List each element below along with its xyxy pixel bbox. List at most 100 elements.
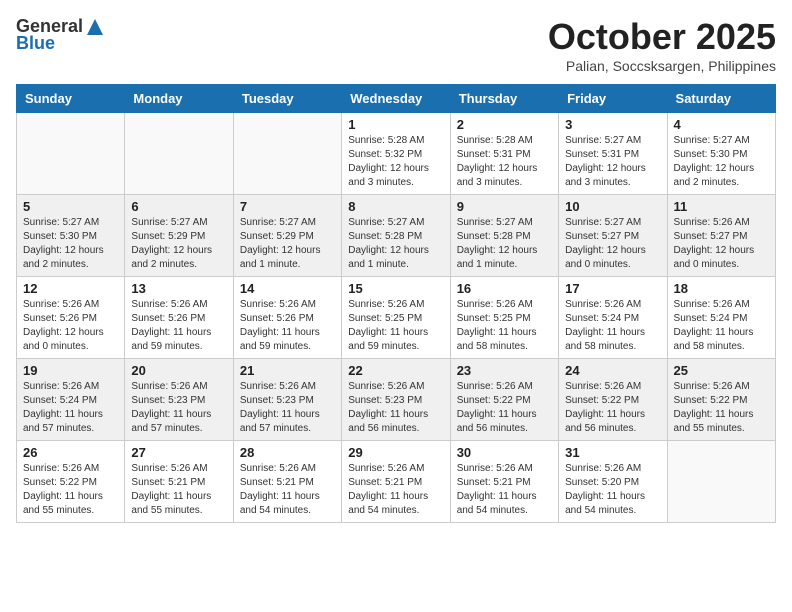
table-row: 1 Sunrise: 5:28 AM Sunset: 5:32 PM Daylig… [342, 113, 450, 195]
day-info: Sunrise: 5:27 AM Sunset: 5:29 PM Dayligh… [240, 216, 335, 272]
table-row: 24 Sunrise: 5:26 AM Sunset: 5:22 PM Dayli… [559, 359, 667, 441]
table-row: 10 Sunrise: 5:27 AM Sunset: 5:27 PM Dayli… [559, 195, 667, 277]
table-row: 29Sunrise: 5:26 AM Sunset: 5:21 PM Dayli… [342, 441, 450, 523]
table-row: 31 Sunrise: 5:26 AM Sunset: 5:20 PM Dayli… [559, 441, 667, 523]
day-number: 9 [457, 199, 552, 214]
day-number: 13 [131, 281, 226, 296]
table-row [17, 113, 125, 195]
table-row: 11 Sunrise: 5:26 AM Sunset: 5:27 PM Dayli… [667, 195, 775, 277]
day-number: 16 [457, 281, 552, 296]
calendar-week-row: 26Sunrise: 5:26 AM Sunset: 5:22 PM Dayli… [17, 441, 776, 523]
header-saturday: Saturday [667, 85, 775, 113]
day-info: Sunrise: 5:28 AM Sunset: 5:32 PM Dayligh… [348, 134, 443, 190]
header-monday: Monday [125, 85, 233, 113]
table-row: 3 Sunrise: 5:27 AM Sunset: 5:31 PM Daylig… [559, 113, 667, 195]
table-row: 23 Sunrise: 5:26 AM Sunset: 5:22 PM Dayli… [450, 359, 558, 441]
table-row: 20 Sunrise: 5:26 AM Sunset: 5:23 PM Dayli… [125, 359, 233, 441]
day-number: 30 [457, 445, 552, 460]
table-row: 22Sunrise: 5:26 AM Sunset: 5:23 PM Dayli… [342, 359, 450, 441]
calendar-week-row: 5 Sunrise: 5:27 AM Sunset: 5:30 PM Daylig… [17, 195, 776, 277]
table-row [667, 441, 775, 523]
day-info: Sunrise: 5:26 AM Sunset: 5:22 PM Dayligh… [565, 380, 660, 436]
table-row: 18 Sunrise: 5:26 AM Sunset: 5:24 PM Dayli… [667, 277, 775, 359]
table-row: 26Sunrise: 5:26 AM Sunset: 5:22 PM Dayli… [17, 441, 125, 523]
day-number: 6 [131, 199, 226, 214]
day-number: 20 [131, 363, 226, 378]
day-info: Sunrise: 5:26 AM Sunset: 5:26 PM Dayligh… [131, 298, 226, 354]
day-info: Sunrise: 5:26 AM Sunset: 5:25 PM Dayligh… [457, 298, 552, 354]
table-row: 21 Sunrise: 5:26 AM Sunset: 5:23 PM Dayli… [233, 359, 341, 441]
header-thursday: Thursday [450, 85, 558, 113]
day-number: 7 [240, 199, 335, 214]
day-number: 4 [674, 117, 769, 132]
day-number: 5 [23, 199, 118, 214]
day-info: Sunrise: 5:26 AM Sunset: 5:24 PM Dayligh… [674, 298, 769, 354]
table-row [233, 113, 341, 195]
page-header: General Blue October 2025 Palian, Soccsk… [16, 16, 776, 74]
title-area: October 2025 Palian, Soccsksargen, Phili… [548, 16, 776, 74]
day-number: 11 [674, 199, 769, 214]
day-info: Sunrise: 5:27 AM Sunset: 5:31 PM Dayligh… [565, 134, 660, 190]
day-number: 18 [674, 281, 769, 296]
day-info: Sunrise: 5:27 AM Sunset: 5:30 PM Dayligh… [674, 134, 769, 190]
table-row [125, 113, 233, 195]
table-row: 4 Sunrise: 5:27 AM Sunset: 5:30 PM Daylig… [667, 113, 775, 195]
table-row: 6Sunrise: 5:27 AM Sunset: 5:29 PM Daylig… [125, 195, 233, 277]
logo-blue: Blue [16, 33, 55, 54]
day-number: 25 [674, 363, 769, 378]
day-number: 8 [348, 199, 443, 214]
calendar-week-row: 19 Sunrise: 5:26 AM Sunset: 5:24 PM Dayli… [17, 359, 776, 441]
header-tuesday: Tuesday [233, 85, 341, 113]
day-info: Sunrise: 5:27 AM Sunset: 5:30 PM Dayligh… [23, 216, 118, 272]
day-number: 10 [565, 199, 660, 214]
day-info: Sunrise: 5:26 AM Sunset: 5:20 PM Dayligh… [565, 462, 660, 518]
day-number: 27 [131, 445, 226, 460]
day-info: Sunrise: 5:27 AM Sunset: 5:28 PM Dayligh… [457, 216, 552, 272]
day-info: Sunrise: 5:27 AM Sunset: 5:27 PM Dayligh… [565, 216, 660, 272]
calendar-week-row: 1 Sunrise: 5:28 AM Sunset: 5:32 PM Daylig… [17, 113, 776, 195]
month-title: October 2025 [548, 16, 776, 58]
day-info: Sunrise: 5:26 AM Sunset: 5:22 PM Dayligh… [674, 380, 769, 436]
calendar-week-row: 12 Sunrise: 5:26 AM Sunset: 5:26 PM Dayli… [17, 277, 776, 359]
day-number: 19 [23, 363, 118, 378]
day-number: 31 [565, 445, 660, 460]
day-info: Sunrise: 5:26 AM Sunset: 5:27 PM Dayligh… [674, 216, 769, 272]
day-number: 3 [565, 117, 660, 132]
table-row: 12 Sunrise: 5:26 AM Sunset: 5:26 PM Dayli… [17, 277, 125, 359]
day-number: 22 [348, 363, 443, 378]
header-friday: Friday [559, 85, 667, 113]
day-info: Sunrise: 5:26 AM Sunset: 5:23 PM Dayligh… [240, 380, 335, 436]
day-number: 1 [348, 117, 443, 132]
day-number: 12 [23, 281, 118, 296]
day-number: 14 [240, 281, 335, 296]
table-row: 5 Sunrise: 5:27 AM Sunset: 5:30 PM Daylig… [17, 195, 125, 277]
day-number: 17 [565, 281, 660, 296]
day-number: 24 [565, 363, 660, 378]
logo-icon [85, 17, 105, 37]
day-info: Sunrise: 5:26 AM Sunset: 5:21 PM Dayligh… [131, 462, 226, 518]
table-row: 19 Sunrise: 5:26 AM Sunset: 5:24 PM Dayli… [17, 359, 125, 441]
table-row: 7 Sunrise: 5:27 AM Sunset: 5:29 PM Daylig… [233, 195, 341, 277]
day-number: 23 [457, 363, 552, 378]
day-info: Sunrise: 5:26 AM Sunset: 5:21 PM Dayligh… [457, 462, 552, 518]
day-number: 21 [240, 363, 335, 378]
table-row: 28Sunrise: 5:26 AM Sunset: 5:21 PM Dayli… [233, 441, 341, 523]
calendar-table: Sunday Monday Tuesday Wednesday Thursday… [16, 84, 776, 523]
header-sunday: Sunday [17, 85, 125, 113]
table-row: 14 Sunrise: 5:26 AM Sunset: 5:26 PM Dayli… [233, 277, 341, 359]
day-info: Sunrise: 5:26 AM Sunset: 5:23 PM Dayligh… [131, 380, 226, 436]
calendar-header-row: Sunday Monday Tuesday Wednesday Thursday… [17, 85, 776, 113]
day-number: 26 [23, 445, 118, 460]
table-row: 16 Sunrise: 5:26 AM Sunset: 5:25 PM Dayli… [450, 277, 558, 359]
day-info: Sunrise: 5:26 AM Sunset: 5:26 PM Dayligh… [23, 298, 118, 354]
day-number: 15 [348, 281, 443, 296]
table-row: 27 Sunrise: 5:26 AM Sunset: 5:21 PM Dayli… [125, 441, 233, 523]
day-info: Sunrise: 5:26 AM Sunset: 5:26 PM Dayligh… [240, 298, 335, 354]
table-row: 2Sunrise: 5:28 AM Sunset: 5:31 PM Daylig… [450, 113, 558, 195]
day-info: Sunrise: 5:26 AM Sunset: 5:25 PM Dayligh… [348, 298, 443, 354]
day-info: Sunrise: 5:28 AM Sunset: 5:31 PM Dayligh… [457, 134, 552, 190]
day-info: Sunrise: 5:26 AM Sunset: 5:22 PM Dayligh… [457, 380, 552, 436]
day-info: Sunrise: 5:26 AM Sunset: 5:24 PM Dayligh… [565, 298, 660, 354]
day-info: Sunrise: 5:26 AM Sunset: 5:24 PM Dayligh… [23, 380, 118, 436]
table-row: 8Sunrise: 5:27 AM Sunset: 5:28 PM Daylig… [342, 195, 450, 277]
